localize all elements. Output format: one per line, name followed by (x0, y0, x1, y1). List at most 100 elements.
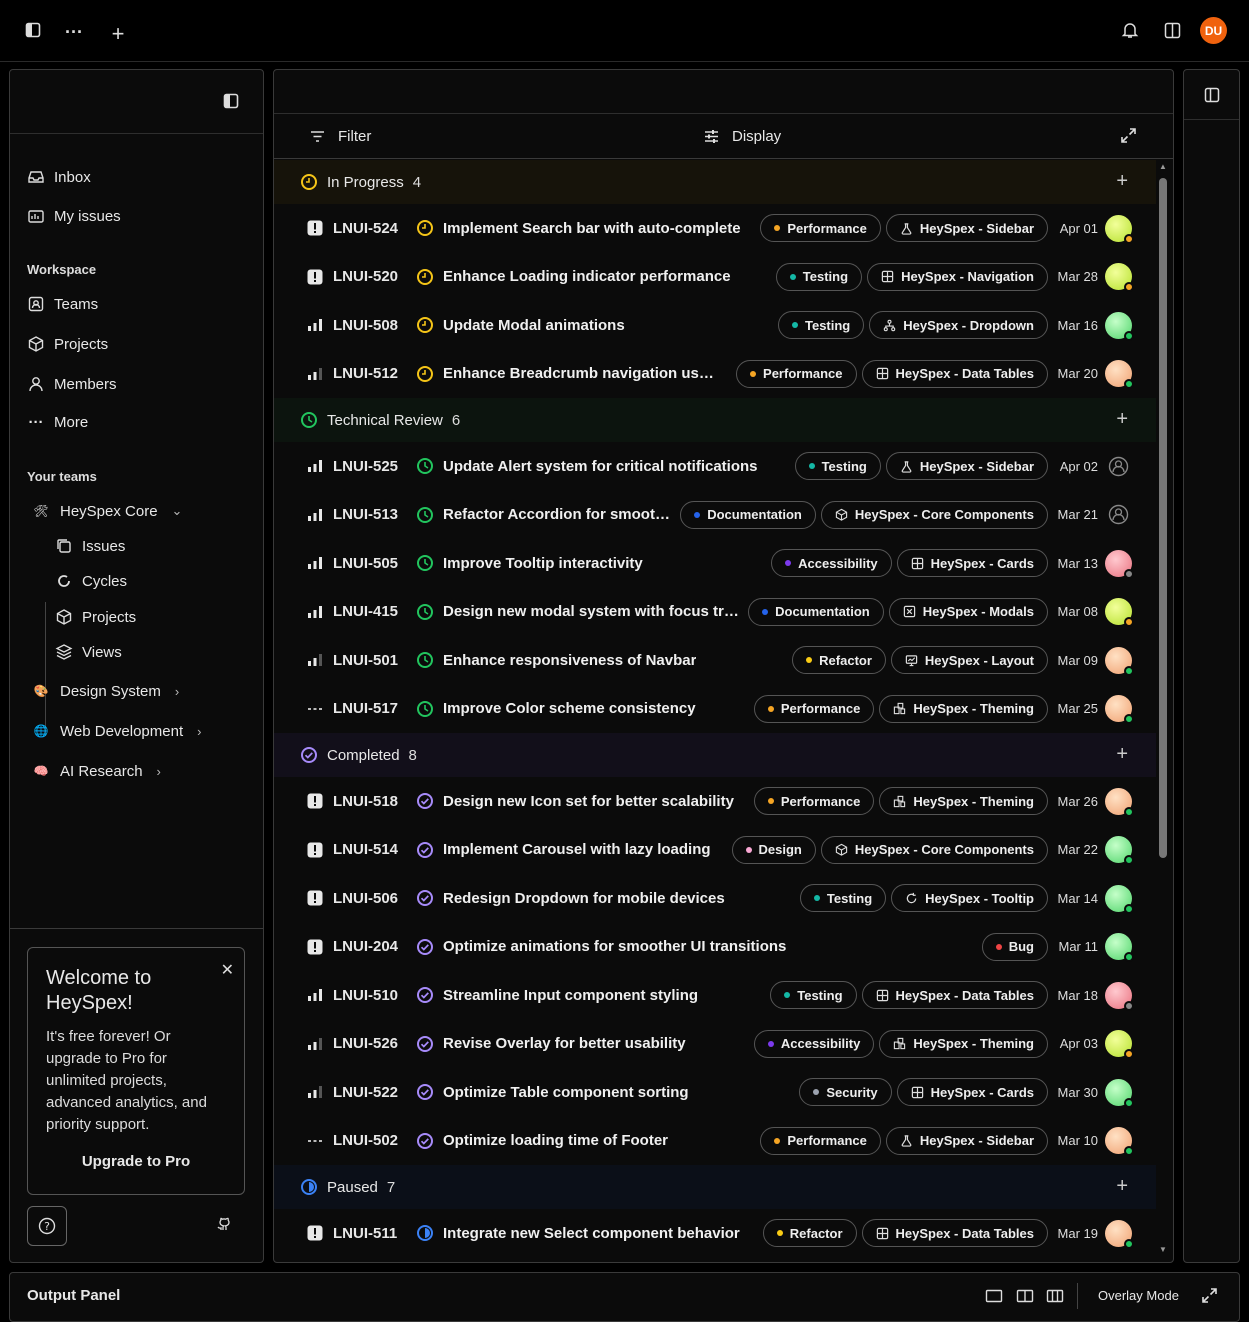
project-tag[interactable]: HeySpex - Theming (879, 694, 1048, 723)
label-tag[interactable]: Performance (753, 694, 875, 723)
user-avatar[interactable]: DU (1200, 17, 1227, 44)
issue-row[interactable]: LNUI-508 Update Modal animations Testing He… (274, 301, 1156, 350)
close-icon[interactable]: ✕ (221, 960, 234, 980)
upgrade-button[interactable]: Upgrade to Pro (28, 1153, 244, 1170)
project-tag[interactable]: HeySpex - Data Tables (861, 359, 1048, 388)
issue-row[interactable]: LNUI-526 Revise Overlay for better usabil… (274, 1020, 1156, 1069)
project-tag[interactable]: HeySpex - Core Components (820, 835, 1048, 864)
project-tag[interactable]: HeySpex - Modals (888, 597, 1048, 626)
status-completed-icon[interactable] (416, 986, 434, 1004)
nav-inbox[interactable]: Inbox (27, 168, 91, 186)
scroll-up-icon[interactable]: ▲ (1159, 162, 1167, 171)
nav-my-issues[interactable]: My issues (27, 207, 121, 225)
group-header[interactable]: Paused 7 + (274, 1165, 1156, 1209)
scrollbar[interactable]: ▲ ▼ (1157, 160, 1169, 1260)
assignee-avatar[interactable] (1105, 1219, 1134, 1249)
assignee-avatar[interactable] (1105, 646, 1134, 676)
expand-icon[interactable] (1201, 1287, 1219, 1305)
project-tag[interactable]: HeySpex - Tooltip (891, 884, 1048, 913)
add-issue-icon[interactable]: + (1116, 744, 1128, 764)
nav-projects[interactable]: Projects (27, 335, 108, 353)
nav-more[interactable]: ··· More (27, 414, 89, 431)
assignee-avatar[interactable] (1105, 884, 1134, 914)
priority-urgent-icon[interactable] (307, 939, 323, 955)
priority-urgent-icon[interactable] (307, 842, 323, 858)
label-tag[interactable]: Performance (736, 359, 857, 388)
project-tag[interactable]: HeySpex - Core Components (820, 500, 1048, 529)
project-tag[interactable]: HeySpex - Data Tables (861, 981, 1048, 1010)
priority-urgent-icon[interactable] (307, 890, 323, 906)
assignee-avatar[interactable] (1105, 981, 1134, 1011)
issue-row[interactable]: LNUI-514 Implement Carousel with lazy loa… (274, 826, 1156, 875)
label-tag[interactable]: Testing (777, 311, 865, 340)
issue-row[interactable]: LNUI-502 Optimize loading time of Footer P… (274, 1117, 1156, 1166)
issue-row[interactable]: LNUI-501 Enhance responsiveness of Navbar… (274, 636, 1156, 685)
status-in-progress-icon[interactable] (416, 268, 434, 286)
status-completed-icon[interactable] (416, 938, 434, 956)
project-tag[interactable]: HeySpex - Sidebar (885, 452, 1048, 481)
priority-high-icon[interactable] (307, 317, 323, 333)
status-review-icon[interactable] (416, 554, 434, 572)
scroll-down-icon[interactable]: ▼ (1159, 1245, 1167, 1254)
assignee-avatar[interactable] (1105, 214, 1134, 244)
project-tag[interactable]: HeySpex - Data Tables (861, 1219, 1048, 1248)
label-tag[interactable]: Documentation (680, 500, 816, 529)
help-button[interactable]: ? (27, 1206, 67, 1246)
issue-row[interactable]: LNUI-512 Enhance Breadcrumb navigation us… (274, 350, 1156, 399)
add-issue-icon[interactable]: + (1116, 171, 1128, 191)
priority-none-icon[interactable] (307, 1133, 323, 1149)
scrollbar-thumb[interactable] (1159, 178, 1167, 858)
label-tag[interactable]: Testing (794, 452, 881, 481)
issue-row[interactable]: LNUI-525 Update Alert system for critical… (274, 442, 1156, 491)
expand-icon[interactable] (1120, 127, 1137, 144)
group-header[interactable]: Completed 8 + (274, 733, 1156, 777)
label-tag[interactable]: Documentation (748, 597, 884, 626)
project-tag[interactable]: HeySpex - Cards (896, 1078, 1048, 1107)
status-in-progress-icon[interactable] (416, 219, 434, 237)
single-layout-icon[interactable] (985, 1287, 1003, 1305)
split-view-icon[interactable] (1160, 18, 1184, 42)
nav-members[interactable]: Members (27, 375, 117, 393)
status-review-icon[interactable] (416, 506, 434, 524)
label-tag[interactable]: Security (799, 1078, 892, 1107)
priority-urgent-icon[interactable] (307, 793, 323, 809)
label-tag[interactable]: Accessibility (771, 549, 892, 578)
label-tag[interactable]: Performance (760, 1126, 881, 1155)
label-tag[interactable]: Testing (799, 884, 887, 913)
priority-urgent-icon[interactable] (307, 1225, 323, 1241)
priority-high-icon[interactable] (307, 507, 323, 523)
priority-high-icon[interactable] (307, 555, 323, 571)
label-tag[interactable]: Bug (981, 932, 1048, 961)
assignee-avatar[interactable] (1105, 1030, 1134, 1060)
display-button[interactable]: Display (703, 128, 781, 145)
github-icon[interactable] (216, 1216, 236, 1236)
issue-row[interactable]: LNUI-506 Redesign Dropdown for mobile dev… (274, 874, 1156, 923)
issue-row[interactable]: LNUI-518 Design new Icon set for better s… (274, 777, 1156, 826)
assignee-avatar[interactable] (1105, 836, 1134, 866)
group-header[interactable]: Technical Review 6 + (274, 398, 1156, 442)
add-issue-icon[interactable]: + (1116, 409, 1128, 429)
status-completed-icon[interactable] (416, 792, 434, 810)
assignee-avatar[interactable] (1105, 787, 1134, 817)
assignee-avatar[interactable] (1105, 1078, 1134, 1108)
collapse-sidebar-icon[interactable] (223, 93, 239, 109)
priority-urgent-icon[interactable] (307, 220, 323, 236)
add-issue-icon[interactable]: + (1116, 1176, 1128, 1196)
issue-row[interactable]: LNUI-522 Optimize Table component sorting… (274, 1068, 1156, 1117)
assignee-avatar[interactable] (1105, 695, 1134, 725)
priority-medium-icon[interactable] (307, 366, 323, 382)
project-tag[interactable]: HeySpex - Sidebar (885, 1126, 1048, 1155)
status-review-icon[interactable] (416, 700, 434, 718)
project-tag[interactable]: HeySpex - Sidebar (885, 214, 1048, 243)
toggle-sidebar-icon[interactable] (21, 18, 45, 42)
priority-high-icon[interactable] (307, 987, 323, 1003)
team-ai-research[interactable]: 🧠 AI Research › (32, 762, 161, 780)
assignee-avatar[interactable] (1105, 311, 1134, 341)
label-tag[interactable]: Performance (760, 214, 881, 243)
status-completed-icon[interactable] (416, 841, 434, 859)
assignee-avatar[interactable] (1105, 549, 1134, 579)
team-web-development[interactable]: 🌐 Web Development › (32, 722, 202, 740)
label-tag[interactable]: Accessibility (753, 1029, 875, 1058)
status-completed-icon[interactable] (416, 889, 434, 907)
issue-row[interactable]: LNUI-415 Design new modal system with foc… (274, 588, 1156, 637)
